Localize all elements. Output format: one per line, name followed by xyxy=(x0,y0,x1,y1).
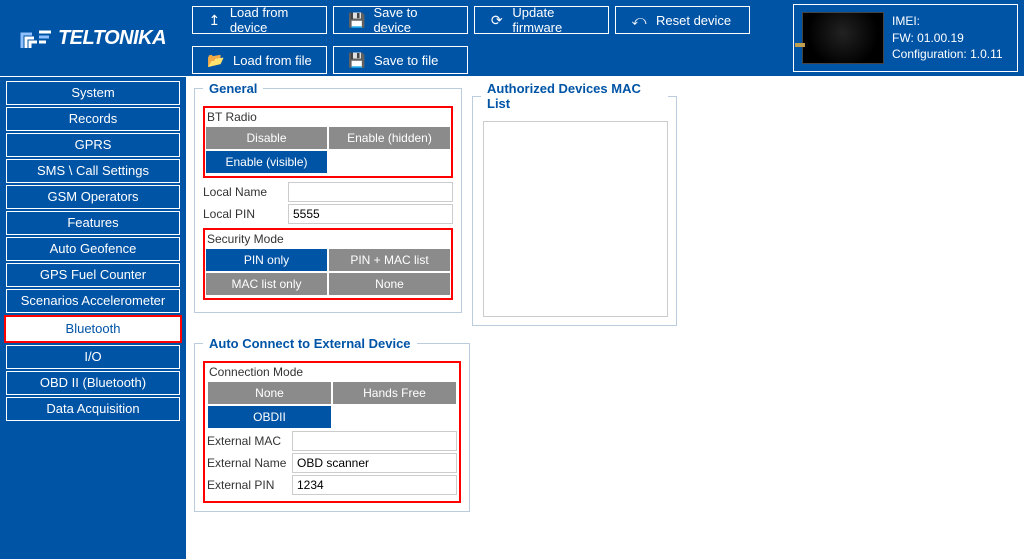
secmode-option-pin-only[interactable]: PIN only xyxy=(205,248,328,272)
local-name-input[interactable] xyxy=(288,182,453,202)
auto-connect-fieldset: Auto Connect to External Device Connecti… xyxy=(194,336,470,512)
content-area: General BT Radio Disable Enable (hidden)… xyxy=(186,77,1024,559)
teltonika-icon xyxy=(20,24,54,52)
external-mac-label: External MAC xyxy=(207,434,292,448)
local-pin-input[interactable] xyxy=(288,204,453,224)
device-info-panel: IMEI: FW: 01.00.19 Configuration: 1.0.11 xyxy=(793,4,1018,72)
sidebar-item-highlight: Bluetooth xyxy=(4,315,182,343)
load-from-file-button[interactable]: 📂 Load from file xyxy=(192,46,327,74)
bt-radio-option-hidden[interactable]: Enable (hidden) xyxy=(328,126,451,150)
sidebar-item-bluetooth[interactable]: Bluetooth xyxy=(6,317,180,341)
mac-list-box[interactable] xyxy=(483,121,668,317)
sidebar: System Records GPRS SMS \ Call Settings … xyxy=(0,77,186,559)
device-image xyxy=(802,12,884,64)
security-mode-label: Security Mode xyxy=(207,232,449,246)
sidebar-item[interactable]: Data Acquisition xyxy=(6,397,180,421)
external-mac-input[interactable] xyxy=(292,431,457,451)
connmode-option-none[interactable]: None xyxy=(207,381,332,405)
mac-list-legend: Authorized Devices MAC List xyxy=(481,81,668,111)
auto-connect-highlight: Connection Mode None Hands Free OBDII Ex… xyxy=(203,361,461,503)
local-pin-label: Local PIN xyxy=(203,207,288,221)
secmode-option-none[interactable]: None xyxy=(328,272,451,296)
external-pin-label: External PIN xyxy=(207,478,292,492)
update-icon: ⟳ xyxy=(489,12,504,29)
sidebar-item[interactable]: I/O xyxy=(6,345,180,369)
bt-radio-option-disable[interactable]: Disable xyxy=(205,126,328,150)
load-from-device-button[interactable]: ↥ Load from device xyxy=(192,6,327,34)
bt-radio-highlight: BT Radio Disable Enable (hidden) Enable … xyxy=(203,106,453,178)
app-header: TELTONIKA ↥ Load from device 💾 Save to d… xyxy=(0,0,1024,76)
sidebar-item[interactable]: Records xyxy=(6,107,180,131)
upload-icon: ↥ xyxy=(207,12,222,29)
reset-device-button[interactable]: ⤺ Reset device xyxy=(615,6,750,34)
save-to-file-button[interactable]: 💾 Save to file xyxy=(333,46,468,74)
save-icon: 💾 xyxy=(348,12,365,29)
update-firmware-button[interactable]: ⟳ Update firmware xyxy=(474,6,609,34)
secmode-option-pin-mac[interactable]: PIN + MAC list xyxy=(328,248,451,272)
toolbar: ↥ Load from device 💾 Save to device ⟳ Up… xyxy=(186,0,793,76)
external-name-input[interactable] xyxy=(292,453,457,473)
brand-logo: TELTONIKA xyxy=(0,0,186,76)
secmode-option-mac-only[interactable]: MAC list only xyxy=(205,272,328,296)
sidebar-item[interactable]: System xyxy=(6,81,180,105)
bt-radio-label: BT Radio xyxy=(207,110,449,124)
sidebar-item[interactable]: GPRS xyxy=(6,133,180,157)
sidebar-item[interactable]: OBD II (Bluetooth) xyxy=(6,371,180,395)
general-legend: General xyxy=(203,81,263,96)
external-pin-input[interactable] xyxy=(292,475,457,495)
save-to-device-button[interactable]: 💾 Save to device xyxy=(333,6,468,34)
reset-icon: ⤺ xyxy=(630,12,648,29)
sidebar-item[interactable]: Scenarios Accelerometer xyxy=(6,289,180,313)
auto-connect-legend: Auto Connect to External Device xyxy=(203,336,417,351)
open-icon: 📂 xyxy=(207,52,225,69)
device-info-text: IMEI: FW: 01.00.19 Configuration: 1.0.11 xyxy=(892,13,1003,63)
sidebar-item[interactable]: Features xyxy=(6,211,180,235)
bt-radio-option-visible[interactable]: Enable (visible) xyxy=(205,150,328,174)
local-name-label: Local Name xyxy=(203,185,288,199)
brand-text: TELTONIKA xyxy=(58,27,166,50)
external-name-label: External Name xyxy=(207,456,292,470)
connection-mode-label: Connection Mode xyxy=(209,365,455,379)
savefile-icon: 💾 xyxy=(348,52,366,69)
mac-list-fieldset: Authorized Devices MAC List xyxy=(472,81,677,326)
connmode-option-hands-free[interactable]: Hands Free xyxy=(332,381,457,405)
general-fieldset: General BT Radio Disable Enable (hidden)… xyxy=(194,81,462,313)
sidebar-item[interactable]: GPS Fuel Counter xyxy=(6,263,180,287)
sidebar-item[interactable]: GSM Operators xyxy=(6,185,180,209)
sidebar-item[interactable]: Auto Geofence xyxy=(6,237,180,261)
security-mode-highlight: Security Mode PIN only PIN + MAC list MA… xyxy=(203,228,453,300)
connmode-option-obdii[interactable]: OBDII xyxy=(207,405,332,429)
sidebar-item[interactable]: SMS \ Call Settings xyxy=(6,159,180,183)
